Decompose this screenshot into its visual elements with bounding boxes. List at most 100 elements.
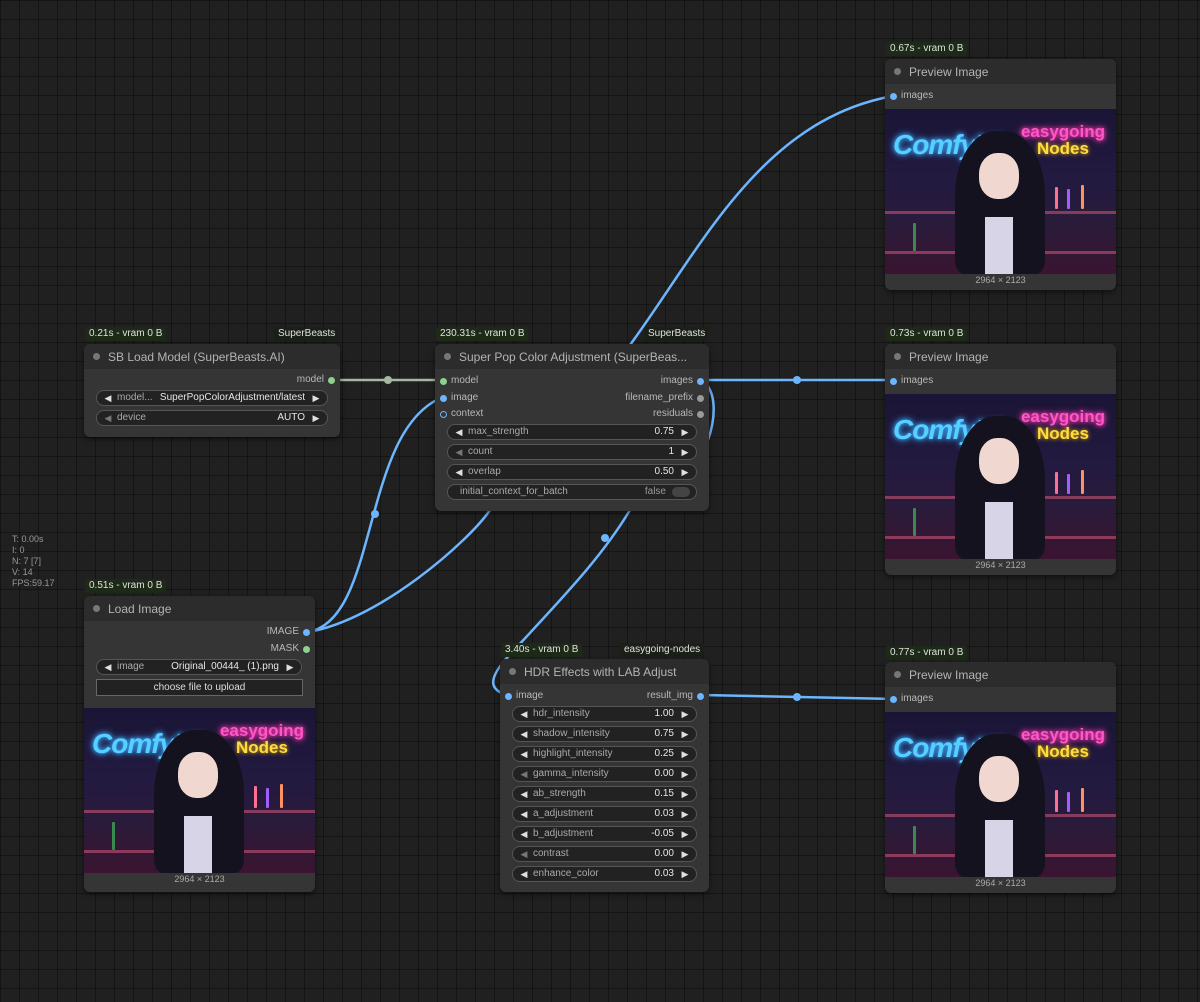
widget-max-strength[interactable]: ◀ max_strength 0.75 ▶	[447, 424, 697, 440]
arrow-left-icon[interactable]: ◀	[519, 867, 529, 881]
widget-highlight-intensity[interactable]: ◀ highlight_intensity 0.25 ▶	[512, 746, 697, 762]
output-slot-image[interactable]: IMAGE	[267, 626, 315, 638]
arrow-left-icon[interactable]: ◀	[519, 747, 529, 761]
input-port-icon[interactable]	[505, 692, 512, 700]
collapse-dot-icon[interactable]	[894, 671, 901, 678]
node-title[interactable]: Preview Image	[885, 662, 1116, 687]
node-preview-image-2[interactable]: Preview Image images ComfyUI easygoing No…	[885, 344, 1116, 575]
arrow-left-icon[interactable]: ◀	[519, 827, 529, 841]
widget-initial-context-toggle[interactable]: initial_context_for_batch false	[447, 484, 697, 500]
input-port-icon[interactable]	[440, 410, 447, 418]
output-port-icon[interactable]	[328, 376, 335, 384]
node-title[interactable]: HDR Effects with LAB Adjust	[500, 659, 709, 684]
arrow-left-icon[interactable]: ◀	[454, 425, 464, 439]
output-slot-filename-prefix[interactable]: filename_prefix	[625, 392, 709, 404]
widget-ab-strength[interactable]: ◀ ab_strength 0.15 ▶	[512, 786, 697, 802]
input-port-icon[interactable]	[440, 394, 447, 402]
output-slot-mask[interactable]: MASK	[271, 643, 315, 655]
arrow-right-icon[interactable]: ▶	[680, 847, 690, 861]
collapse-dot-icon[interactable]	[509, 668, 516, 675]
widget-contrast[interactable]: ◀ contrast 0.00 ▶	[512, 846, 697, 862]
arrow-left-icon[interactable]: ◀	[103, 660, 113, 674]
widget-b-adjustment[interactable]: ◀ b_adjustment -0.05 ▶	[512, 826, 697, 842]
arrow-left-icon[interactable]: ◀	[519, 767, 529, 781]
collapse-dot-icon[interactable]	[93, 605, 100, 612]
widget-overlap[interactable]: ◀ overlap 0.50 ▶	[447, 464, 697, 480]
input-port-icon[interactable]	[890, 377, 897, 385]
output-port-icon[interactable]	[697, 394, 704, 402]
output-port-icon[interactable]	[303, 628, 310, 636]
arrow-left-icon[interactable]: ◀	[519, 847, 529, 861]
arrow-right-icon[interactable]: ▶	[680, 767, 690, 781]
widget-enhance-color[interactable]: ◀ enhance_color 0.03 ▶	[512, 866, 697, 882]
arrow-right-icon[interactable]: ▶	[680, 867, 690, 881]
link-reroute-dot[interactable]	[384, 376, 392, 384]
node-title[interactable]: Load Image	[84, 596, 315, 621]
input-slot-image[interactable]: image	[500, 690, 543, 702]
output-port-icon[interactable]	[697, 377, 704, 385]
link-reroute-dot[interactable]	[371, 510, 379, 518]
node-super-pop-color-adjustment[interactable]: Super Pop Color Adjustment (SuperBeas...…	[435, 344, 709, 511]
arrow-left-icon[interactable]: ◀	[519, 787, 529, 801]
arrow-right-icon[interactable]: ▶	[680, 787, 690, 801]
widget-gamma-intensity[interactable]: ◀ gamma_intensity 0.00 ▶	[512, 766, 697, 782]
widget-model-name[interactable]: ◀ model... SuperPopColorAdjustment/lates…	[96, 390, 328, 406]
upload-button[interactable]: choose file to upload	[96, 679, 303, 696]
widget-device[interactable]: ◀ device AUTO ▶	[96, 410, 328, 426]
arrow-right-icon[interactable]: ▶	[680, 747, 690, 761]
input-slot-image[interactable]: image	[435, 392, 478, 404]
node-sb-load-model[interactable]: SB Load Model (SuperBeasts.AI) model ◀ m…	[84, 344, 340, 437]
node-preview-image-3[interactable]: Preview Image images ComfyUI easygoing No…	[885, 662, 1116, 893]
arrow-left-icon[interactable]: ◀	[454, 445, 464, 459]
output-port-icon[interactable]	[303, 645, 310, 653]
node-preview-image-1[interactable]: Preview Image images ComfyUI easygoing No…	[885, 59, 1116, 290]
arrow-left-icon[interactable]: ◀	[103, 391, 113, 405]
output-slot-model[interactable]: model	[297, 374, 340, 386]
arrow-left-icon[interactable]: ◀	[454, 465, 464, 479]
node-hdr-effects-lab[interactable]: HDR Effects with LAB Adjust image result…	[500, 659, 709, 892]
arrow-left-icon[interactable]: ◀	[519, 707, 529, 721]
input-slot-images[interactable]: images	[885, 90, 933, 102]
widget-hdr-intensity[interactable]: ◀ hdr_intensity 1.00 ▶	[512, 706, 697, 722]
arrow-right-icon[interactable]: ▶	[311, 411, 321, 425]
arrow-right-icon[interactable]: ▶	[680, 807, 690, 821]
node-title[interactable]: Preview Image	[885, 344, 1116, 369]
arrow-right-icon[interactable]: ▶	[680, 445, 690, 459]
widget-a-adjustment[interactable]: ◀ a_adjustment 0.03 ▶	[512, 806, 697, 822]
output-slot-images[interactable]: images	[661, 375, 709, 387]
arrow-right-icon[interactable]: ▶	[680, 707, 690, 721]
arrow-left-icon[interactable]: ◀	[519, 807, 529, 821]
output-slot-residuals[interactable]: residuals	[653, 408, 709, 420]
widget-shadow-intensity[interactable]: ◀ shadow_intensity 0.75 ▶	[512, 726, 697, 742]
arrow-right-icon[interactable]: ▶	[680, 425, 690, 439]
input-port-icon[interactable]	[440, 377, 447, 385]
arrow-left-icon[interactable]: ◀	[103, 411, 113, 425]
collapse-dot-icon[interactable]	[444, 353, 451, 360]
output-port-icon[interactable]	[697, 410, 704, 418]
collapse-dot-icon[interactable]	[93, 353, 100, 360]
arrow-right-icon[interactable]: ▶	[680, 465, 690, 479]
output-port-icon[interactable]	[697, 692, 704, 700]
node-title[interactable]: Preview Image	[885, 59, 1116, 84]
toggle-switch[interactable]	[672, 487, 690, 497]
input-slot-images[interactable]: images	[885, 375, 933, 387]
input-slot-images[interactable]: images	[885, 693, 933, 705]
link-reroute-dot[interactable]	[793, 693, 801, 701]
node-title[interactable]: SB Load Model (SuperBeasts.AI)	[84, 344, 340, 369]
collapse-dot-icon[interactable]	[894, 353, 901, 360]
output-slot-result-img[interactable]: result_img	[647, 690, 709, 702]
widget-count[interactable]: ◀ count 1 ▶	[447, 444, 697, 460]
link-reroute-dot[interactable]	[793, 376, 801, 384]
link-superpop-to-preview1[interactable]	[628, 94, 895, 347]
arrow-left-icon[interactable]: ◀	[519, 727, 529, 741]
widget-image-file[interactable]: ◀ image Original_00444_ (1).png ▶	[96, 659, 302, 675]
input-port-icon[interactable]	[890, 695, 897, 703]
input-slot-model[interactable]: model	[435, 375, 478, 387]
input-slot-context[interactable]: context	[435, 408, 483, 420]
node-title[interactable]: Super Pop Color Adjustment (SuperBeas...	[435, 344, 709, 369]
arrow-right-icon[interactable]: ▶	[680, 727, 690, 741]
input-port-icon[interactable]	[890, 92, 897, 100]
node-load-image[interactable]: Load Image IMAGE MASK ◀ image Original_0…	[84, 596, 315, 892]
link-reroute-dot[interactable]	[601, 534, 609, 542]
arrow-right-icon[interactable]: ▶	[311, 391, 321, 405]
